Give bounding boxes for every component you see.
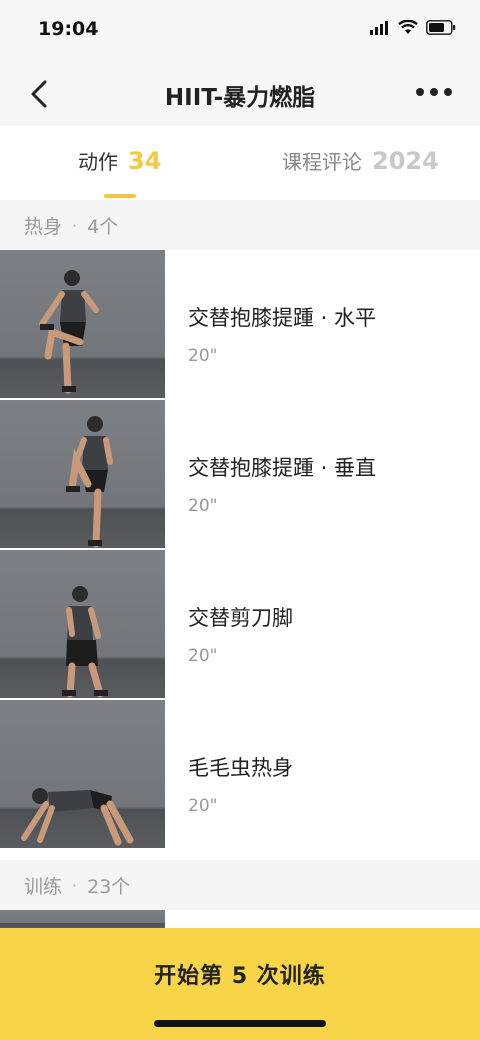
exercise-duration: 20" — [188, 646, 218, 666]
page-title: HIIT-暴力燃脂 — [164, 85, 316, 111]
tab-comments-label: 课程评论 — [282, 150, 362, 174]
section-title: 训练 — [24, 875, 63, 898]
tab-comments-count: 2024 — [372, 147, 439, 175]
exercise-duration: 20" — [188, 346, 218, 366]
exercise-item[interactable]: 交替剪刀脚 20" — [0, 550, 480, 700]
exercise-name: 交替剪刀脚 — [188, 606, 293, 630]
section-title: 热身 — [24, 215, 63, 238]
tab-comments[interactable]: 课程评论 2024 — [282, 146, 439, 175]
tab-actions[interactable]: 动作 34 — [78, 146, 161, 175]
section-count: 23个 — [87, 875, 131, 898]
exercise-name: 交替抱膝提踵 · 水平 — [188, 306, 377, 330]
battery-icon — [426, 20, 456, 35]
exercise-item[interactable]: 交替抱膝提踵 · 垂直 20" — [0, 400, 480, 550]
more-dot-icon — [430, 88, 438, 96]
wifi-icon — [398, 20, 418, 34]
exercise-name: 交替抱膝提踵 · 垂直 — [188, 456, 377, 480]
status-bar: 19:04 — [0, 0, 480, 62]
status-time: 19:04 — [38, 18, 99, 40]
tab-active-indicator — [104, 194, 136, 198]
exercise-thumbnail — [0, 550, 165, 698]
exercise-thumbnail — [0, 700, 165, 848]
status-icons — [370, 20, 456, 35]
start-training-label: 开始第 5 次训练 — [154, 964, 326, 989]
section-header-training: 训练 · 23个 — [0, 860, 480, 910]
exercise-item[interactable]: 毛毛虫热身 20" — [0, 700, 480, 850]
exercise-thumbnail — [0, 250, 165, 398]
more-options-button[interactable] — [416, 88, 452, 96]
exercise-item-partial[interactable] — [0, 910, 480, 928]
exercise-item[interactable]: 交替抱膝提踵 · 水平 20" — [0, 250, 480, 400]
section-header-warmup: 热身 · 4个 — [0, 200, 480, 250]
section-separator: · — [72, 215, 78, 235]
exercise-name: 毛毛虫热身 — [188, 756, 293, 780]
exercise-duration: 20" — [188, 496, 218, 516]
section-count: 4个 — [87, 215, 119, 238]
tab-actions-label: 动作 — [78, 150, 118, 174]
exercise-duration: 20" — [188, 796, 218, 816]
tab-bar: 动作 34 课程评论 2024 — [0, 126, 480, 200]
exercise-thumbnail — [0, 400, 165, 548]
section-separator: · — [72, 875, 78, 895]
more-dot-icon — [416, 88, 424, 96]
nav-bar: HIIT-暴力燃脂 — [0, 62, 480, 126]
more-dot-icon — [444, 88, 452, 96]
exercise-thumbnail — [0, 910, 165, 928]
tab-actions-count: 34 — [128, 147, 162, 175]
signal-icon — [370, 20, 388, 35]
home-indicator — [154, 1020, 326, 1027]
